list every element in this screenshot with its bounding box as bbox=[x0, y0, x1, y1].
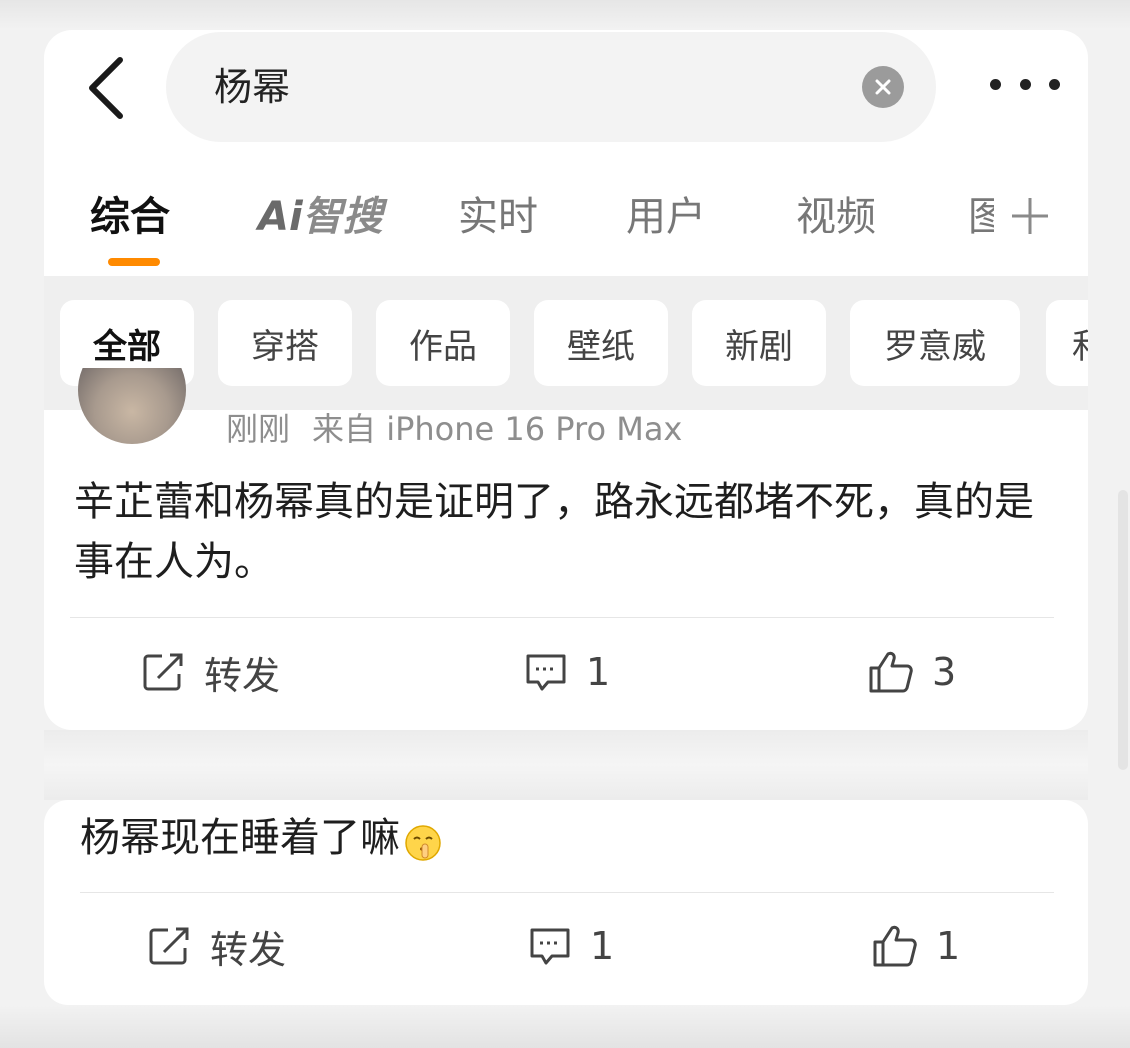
comment-count: 1 bbox=[586, 650, 611, 694]
chip-label: 作品 bbox=[409, 326, 477, 367]
tab-images-partial[interactable]: 图 bbox=[968, 180, 994, 254]
like-count: 3 bbox=[932, 650, 957, 694]
more-icon[interactable] bbox=[990, 64, 1060, 104]
blurred-gap bbox=[44, 730, 1088, 800]
plus-icon[interactable] bbox=[1010, 180, 1050, 256]
post-meta: 刚刚 来自 iPhone 16 Pro Max bbox=[226, 404, 682, 450]
scrollbar[interactable] bbox=[1118, 490, 1128, 770]
blurred-top-area bbox=[0, 0, 1130, 30]
repost-label: 转发 bbox=[204, 653, 281, 698]
search-tabs: 综合 Ai智搜 实时 用户 视频 图 bbox=[90, 180, 1060, 266]
repost-button[interactable]: 转发 bbox=[142, 642, 280, 702]
post-time: 刚刚 bbox=[226, 410, 291, 448]
filter-chip[interactable]: 作品 bbox=[376, 300, 510, 386]
like-icon bbox=[873, 925, 917, 967]
chip-label: 穿搭 bbox=[251, 326, 319, 367]
divider bbox=[80, 892, 1054, 893]
filter-chip[interactable]: 新剧 bbox=[692, 300, 826, 386]
blurred-bottom-area bbox=[0, 1005, 1130, 1048]
chip-label: 新剧 bbox=[725, 326, 793, 367]
tab-videos[interactable]: 视频 bbox=[796, 180, 876, 254]
back-button[interactable] bbox=[76, 50, 136, 126]
filter-chip-bar: 全部 穿搭 作品 壁纸 新剧 罗意威 和 bbox=[44, 276, 1088, 410]
shushing-face-emoji-icon bbox=[404, 819, 442, 861]
back-arrow-icon bbox=[89, 57, 123, 119]
comment-icon bbox=[530, 928, 570, 965]
post-text[interactable]: 杨幂现在睡着了嘛 bbox=[80, 808, 442, 868]
like-icon bbox=[869, 651, 913, 693]
comment-icon bbox=[526, 654, 566, 691]
like-button[interactable]: 3 bbox=[868, 642, 956, 702]
tab-label: 综合 bbox=[90, 194, 170, 240]
repost-icon bbox=[143, 653, 183, 691]
filter-chip[interactable]: 罗意威 bbox=[850, 300, 1020, 386]
tab-label: 视频 bbox=[796, 194, 876, 240]
tab-ai-search[interactable]: Ai智搜 bbox=[258, 180, 383, 254]
chip-label: 罗意威 bbox=[884, 326, 986, 367]
tab-realtime[interactable]: 实时 bbox=[458, 180, 538, 254]
comment-button[interactable]: 1 bbox=[524, 642, 610, 702]
filter-chip[interactable]: 和 bbox=[1046, 300, 1088, 386]
filter-chip[interactable]: 壁纸 bbox=[534, 300, 668, 386]
post-text[interactable]: 辛芷蕾和杨幂真的是证明了，路永远都堵不死，真的是事在人为。 bbox=[74, 472, 1054, 592]
tab-label: 实时 bbox=[458, 194, 538, 240]
clear-icon bbox=[875, 79, 891, 95]
tab-label: 智搜 bbox=[302, 194, 383, 240]
comment-button[interactable]: 1 bbox=[528, 916, 614, 976]
divider bbox=[70, 617, 1054, 618]
tab-users[interactable]: 用户 bbox=[626, 180, 706, 254]
tab-label: 图 bbox=[968, 194, 994, 240]
post-source: 来自 iPhone 16 Pro Max bbox=[312, 410, 683, 448]
repost-icon bbox=[149, 927, 189, 965]
filter-chip[interactable]: 穿搭 bbox=[218, 300, 352, 386]
post-text-content: 杨幂现在睡着了嘛 bbox=[80, 815, 400, 861]
active-tab-indicator bbox=[108, 258, 160, 266]
search-input[interactable]: 杨幂 bbox=[166, 32, 936, 142]
clear-search-button[interactable] bbox=[862, 66, 904, 108]
chip-label: 壁纸 bbox=[567, 326, 635, 367]
like-button[interactable]: 1 bbox=[872, 916, 960, 976]
repost-label: 转发 bbox=[210, 927, 287, 972]
tab-comprehensive[interactable]: 综合 bbox=[90, 180, 170, 254]
avatar[interactable] bbox=[78, 368, 186, 444]
chip-label: 全部 bbox=[93, 326, 161, 367]
comment-count: 1 bbox=[590, 924, 615, 968]
repost-button[interactable]: 转发 bbox=[148, 916, 286, 976]
search-query: 杨幂 bbox=[214, 65, 291, 109]
ai-logo-text: Ai bbox=[258, 194, 303, 240]
tab-label: 用户 bbox=[626, 194, 706, 240]
chip-label: 和 bbox=[1072, 319, 1088, 368]
like-count: 1 bbox=[936, 924, 961, 968]
